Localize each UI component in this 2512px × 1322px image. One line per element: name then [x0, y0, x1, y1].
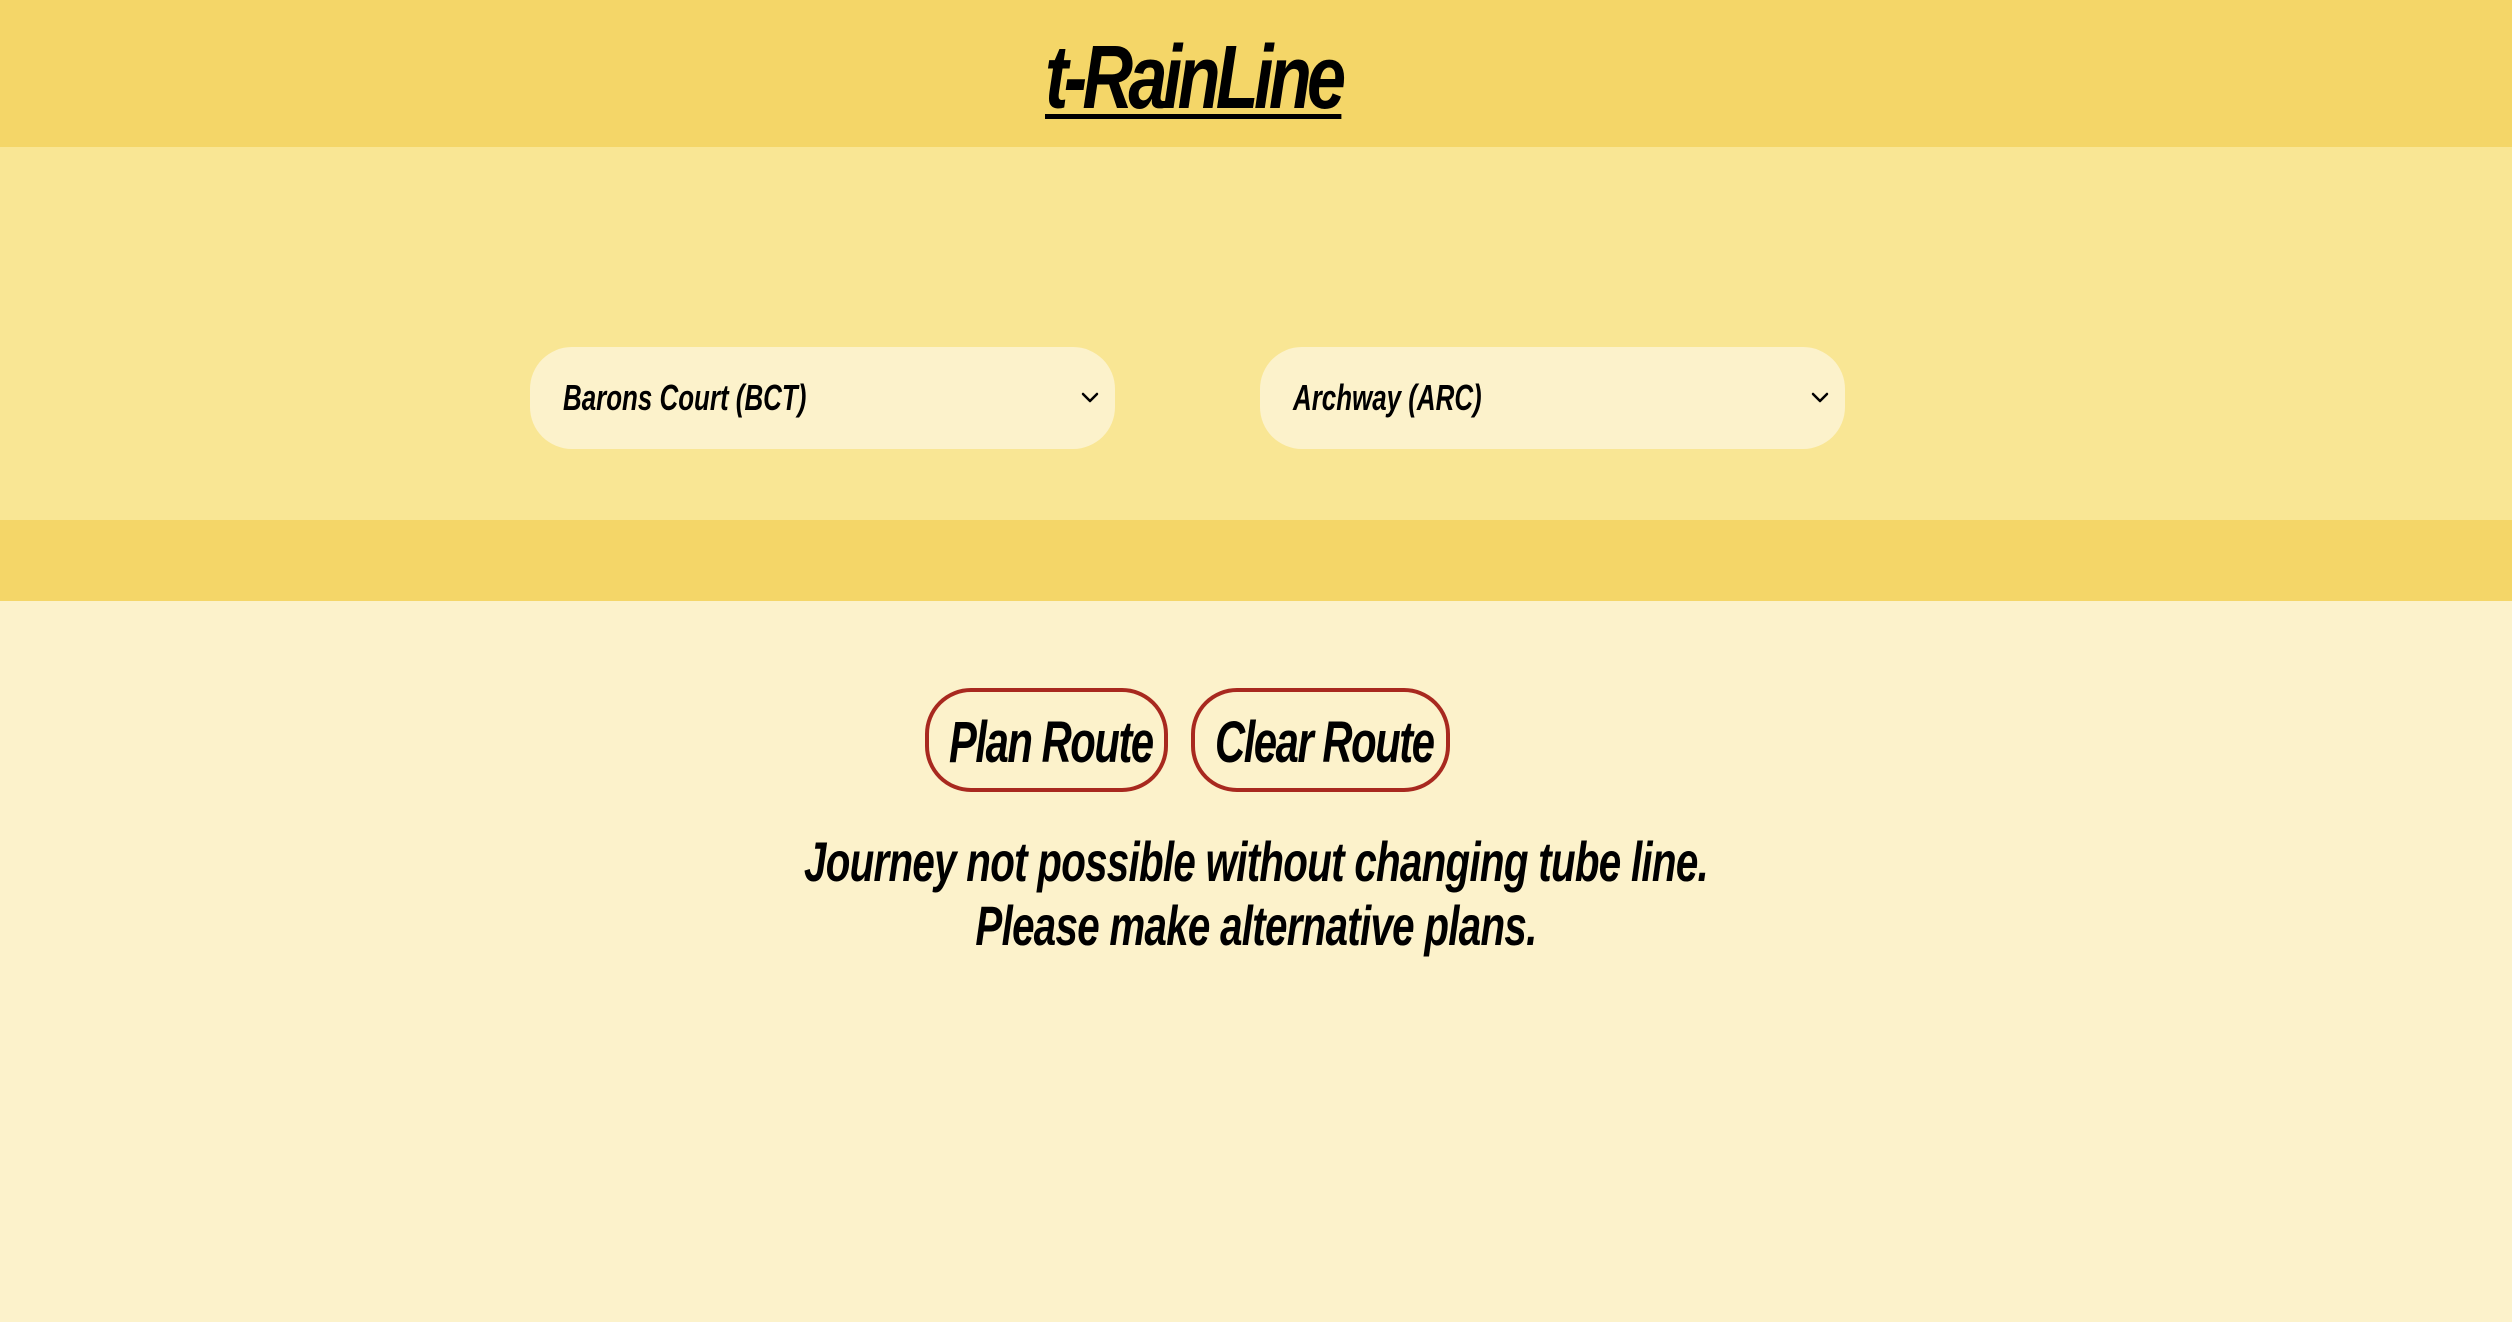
chevron-down-icon: [1081, 392, 1099, 403]
clear-route-label: Clear Route: [1215, 710, 1435, 775]
clear-route-button[interactable]: Clear Route: [1191, 688, 1450, 792]
to-station-select[interactable]: Archway (ARC): [1260, 347, 1845, 449]
result-message-line-2: Please make alternative plans.: [975, 894, 1537, 957]
station-selector-panel: [0, 147, 2512, 520]
plan-route-label: Plan Route: [949, 710, 1154, 775]
chevron-down-icon: [1811, 392, 1829, 403]
result-message-line-1: Journey not possible without changing tu…: [803, 830, 1709, 893]
to-station-value: Archway (ARC): [1293, 377, 1482, 418]
from-station-value: Barons Court (BCT): [563, 377, 807, 418]
app-title[interactable]: t-RainLine: [1045, 28, 1346, 128]
result-message: Journey not possible without changing tu…: [399, 830, 2113, 958]
header-bar: t-RainLine: [0, 0, 2512, 147]
from-station-select[interactable]: Barons Court (BCT): [530, 347, 1115, 449]
divider-band: [0, 520, 2512, 601]
plan-route-button[interactable]: Plan Route: [925, 688, 1168, 792]
